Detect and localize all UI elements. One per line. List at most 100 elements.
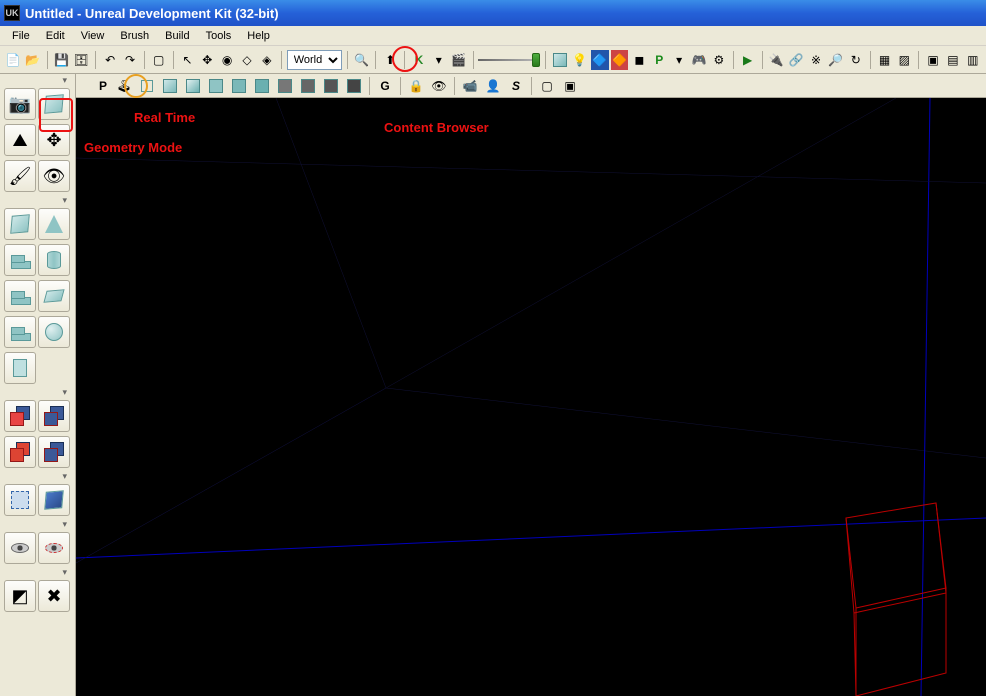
view-distance-slider[interactable]: [478, 52, 540, 68]
matinee-button[interactable]: 🎬: [450, 50, 468, 70]
grip[interactable]: [0, 386, 75, 398]
brush-cube[interactable]: [4, 208, 36, 240]
lock-viewport-icon[interactable]: 🔒: [405, 76, 427, 96]
content-browser-button[interactable]: ⬆: [381, 50, 399, 70]
geometry-mode-button[interactable]: [38, 88, 70, 120]
lod-view[interactable]: [343, 76, 365, 96]
save-all-button[interactable]: 🗄: [72, 50, 90, 70]
texture-align-button[interactable]: ✥: [38, 124, 70, 156]
brush-spiral-stair[interactable]: [4, 316, 36, 348]
maximize-viewport-icon[interactable]: ▢: [536, 76, 558, 96]
build-all-button[interactable]: ◼: [630, 50, 648, 70]
play-console-button[interactable]: 🎮: [690, 50, 708, 70]
show-selected-button[interactable]: [4, 532, 36, 564]
grip[interactable]: [0, 194, 75, 206]
brush-cylinder[interactable]: [38, 244, 70, 276]
grip[interactable]: [0, 74, 75, 86]
unlit-view[interactable]: [159, 76, 181, 96]
realtime-toggle[interactable]: 🕹: [113, 76, 135, 96]
menu-file[interactable]: File: [4, 28, 38, 44]
socket-icon2[interactable]: 🔗: [787, 50, 805, 70]
lock-sel2-icon[interactable]: ▨: [895, 50, 913, 70]
perspective-label[interactable]: P: [94, 76, 112, 96]
open-button[interactable]: 📂: [24, 50, 42, 70]
build-light-button[interactable]: 💡: [571, 50, 589, 70]
build-cover-button[interactable]: 🔶: [611, 50, 629, 70]
select-tool[interactable]: ↖: [179, 50, 197, 70]
misc3-icon[interactable]: ▥: [964, 50, 982, 70]
undo-button[interactable]: ↶: [101, 50, 119, 70]
rotate-tool[interactable]: ◉: [218, 50, 236, 70]
texture-density-view[interactable]: [274, 76, 296, 96]
translate-tool[interactable]: ✥: [198, 50, 216, 70]
brush-sphere[interactable]: [38, 316, 70, 348]
misc-tool-button[interactable]: ✖: [38, 580, 70, 612]
new-button[interactable]: 📄: [4, 50, 22, 70]
lock-sel-icon[interactable]: ▦: [876, 50, 894, 70]
coord-dropdown[interactable]: World: [287, 50, 342, 70]
grip[interactable]: [0, 518, 75, 530]
camera-speed-icon[interactable]: 📹: [459, 76, 481, 96]
select-special-button[interactable]: [4, 484, 36, 516]
menu-brush[interactable]: Brush: [112, 28, 157, 44]
game-view-toggle[interactable]: G: [374, 76, 396, 96]
shader-complexity-view[interactable]: [297, 76, 319, 96]
build-geom-button[interactable]: [551, 50, 569, 70]
zoom-icon[interactable]: 🔎: [827, 50, 845, 70]
orbit-icon[interactable]: ↻: [847, 50, 865, 70]
play-button[interactable]: P: [650, 50, 668, 70]
lit-view[interactable]: [182, 76, 204, 96]
grip[interactable]: [0, 566, 75, 578]
light-complexity-view[interactable]: [251, 76, 273, 96]
csg-intersect-button[interactable]: [4, 436, 36, 468]
kismet-button[interactable]: K: [410, 50, 428, 70]
publish-button[interactable]: ▶: [739, 50, 757, 70]
detail-lighting-view[interactable]: [205, 76, 227, 96]
mesh-paint-button[interactable]: 🖌: [4, 160, 36, 192]
cluster-icon[interactable]: ※: [807, 50, 825, 70]
menu-view[interactable]: View: [73, 28, 113, 44]
wireframe-view[interactable]: [136, 76, 158, 96]
save-button[interactable]: 💾: [53, 50, 71, 70]
play-dropdown[interactable]: ▾: [670, 50, 688, 70]
menu-build[interactable]: Build: [157, 28, 197, 44]
brush-sheet[interactable]: [38, 280, 70, 312]
csg-subtract-button[interactable]: [38, 400, 70, 432]
menu-edit[interactable]: Edit: [38, 28, 73, 44]
terrain-mode-button[interactable]: ⛰: [4, 124, 36, 156]
brush-curved-stair[interactable]: [4, 244, 36, 276]
far-clip-button[interactable]: ▢: [150, 50, 168, 70]
search-button[interactable]: 🔍: [353, 50, 371, 70]
socket-icon[interactable]: 🔌: [767, 50, 785, 70]
brush-linear-stair[interactable]: [4, 280, 36, 312]
main-toolbar: 📄 📂 💾 🗄 ↶ ↷ ▢ ↖ ✥ ◉ ◇ ◈ World 🔍 ⬆ K ▾ 🎬 …: [0, 46, 986, 74]
perspective-viewport[interactable]: [76, 98, 986, 696]
pawn-icon[interactable]: 👤: [482, 76, 504, 96]
select-brush-button[interactable]: [38, 484, 70, 516]
camera-mode-button[interactable]: 📷: [4, 88, 36, 120]
brush-cone[interactable]: [38, 208, 70, 240]
lightmap-density-view[interactable]: [320, 76, 342, 96]
hide-selected-button[interactable]: [38, 532, 70, 564]
cook-button[interactable]: ⚙: [710, 50, 728, 70]
menu-tools[interactable]: Tools: [198, 28, 240, 44]
lighting-only-view[interactable]: [228, 76, 250, 96]
screenshot-icon[interactable]: S: [505, 76, 527, 96]
window-title: Untitled - Unreal Development Kit (32-bi…: [25, 6, 279, 21]
show-flags-icon[interactable]: 👁: [428, 76, 450, 96]
scale-nonuniform-tool[interactable]: ◈: [258, 50, 276, 70]
csg-deintersect-button[interactable]: [38, 436, 70, 468]
build-paths-button[interactable]: 🔷: [591, 50, 609, 70]
grip[interactable]: [0, 470, 75, 482]
brush-volumetric[interactable]: [4, 352, 36, 384]
kismet-dropdown[interactable]: ▾: [430, 50, 448, 70]
invert-selection-button[interactable]: ◩: [4, 580, 36, 612]
redo-button[interactable]: ↷: [121, 50, 139, 70]
tear-off-icon[interactable]: ▣: [559, 76, 581, 96]
static-mesh-button[interactable]: 👁: [38, 160, 70, 192]
misc2-icon[interactable]: ▤: [944, 50, 962, 70]
menu-help[interactable]: Help: [239, 28, 278, 44]
misc1-icon[interactable]: ▣: [924, 50, 942, 70]
scale-tool[interactable]: ◇: [238, 50, 256, 70]
csg-add-button[interactable]: [4, 400, 36, 432]
